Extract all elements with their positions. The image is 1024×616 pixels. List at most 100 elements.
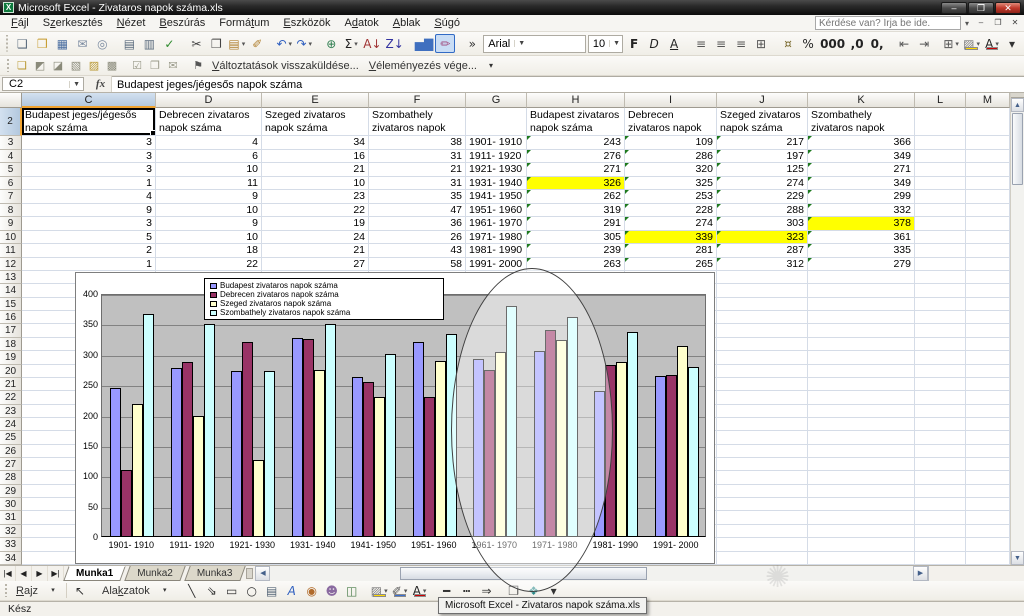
cell-M12[interactable]: [966, 258, 1010, 272]
cell-G11[interactable]: 1981- 1990: [466, 244, 527, 258]
cell-M26[interactable]: [966, 445, 1010, 458]
update-file-icon[interactable]: ☑: [128, 58, 146, 74]
cell-H7[interactable]: 262: [527, 190, 625, 204]
cell-E5[interactable]: 21: [262, 163, 369, 177]
cell-F11[interactable]: 43: [369, 244, 466, 258]
row-header-18[interactable]: 18: [0, 338, 22, 351]
row-header-23[interactable]: 23: [0, 405, 22, 418]
line-color-icon[interactable]: ✐▾: [390, 581, 410, 600]
cell-M13[interactable]: [966, 271, 1010, 284]
cell-J21[interactable]: [717, 378, 808, 391]
cell-K17[interactable]: [808, 324, 915, 337]
chevron-down-icon[interactable]: ▼: [69, 81, 83, 88]
review-overflow-chevron[interactable]: ▾: [482, 58, 500, 74]
menu-fajl[interactable]: Fájl: [4, 16, 36, 30]
cell-G9[interactable]: 1961- 1970: [466, 217, 527, 231]
cell-J20[interactable]: [717, 365, 808, 378]
cell-J26[interactable]: [717, 445, 808, 458]
scroll-down-icon[interactable]: ▼: [1011, 551, 1024, 565]
column-header-F[interactable]: F: [369, 93, 466, 108]
cell-L16[interactable]: [915, 311, 966, 324]
column-header-C[interactable]: C: [22, 93, 156, 108]
cell-E7[interactable]: 23: [262, 190, 369, 204]
menu-eszkozok[interactable]: Eszközök: [276, 16, 337, 30]
cell-K8[interactable]: 332: [808, 204, 915, 218]
undo-icon[interactable]: ↶▾: [274, 34, 294, 53]
cell-I8[interactable]: 228: [625, 204, 717, 218]
next-comment-icon[interactable]: ◪: [49, 58, 67, 74]
cell-F2[interactable]: Szombathely zivataros napok száma: [369, 108, 466, 136]
cell-I9[interactable]: 274: [625, 217, 717, 231]
font-color-icon[interactable]: A▾: [982, 34, 1002, 53]
cell-M17[interactable]: [966, 324, 1010, 337]
cell-M3[interactable]: [966, 136, 1010, 150]
cell-K11[interactable]: 335: [808, 244, 915, 258]
menu-formatum[interactable]: Formátum: [212, 16, 276, 30]
diagram-icon[interactable]: ◉: [302, 581, 322, 600]
cell-J28[interactable]: [717, 471, 808, 484]
row-header-28[interactable]: 28: [0, 471, 22, 484]
cell-F6[interactable]: 31: [369, 177, 466, 191]
workbook-minimize-button[interactable]: –: [973, 17, 989, 30]
cell-G4[interactable]: 1911- 1920: [466, 150, 527, 164]
cell-F5[interactable]: 21: [369, 163, 466, 177]
chevron-down-icon[interactable]: ▼: [609, 40, 620, 47]
redo-icon[interactable]: ↷▾: [294, 34, 314, 53]
cell-L18[interactable]: [915, 338, 966, 351]
cell-C7[interactable]: 4: [22, 190, 156, 204]
cell-G10[interactable]: 1971- 1980: [466, 231, 527, 245]
row-header-30[interactable]: 30: [0, 498, 22, 511]
cell-I6[interactable]: 325: [625, 177, 717, 191]
scroll-left-icon[interactable]: ◀: [255, 566, 270, 581]
copy-icon[interactable]: ❐: [206, 34, 226, 53]
sort-ascending-icon[interactable]: A↓: [361, 34, 383, 53]
cell-J6[interactable]: 274: [717, 177, 808, 191]
paste-icon[interactable]: ▤▾: [226, 34, 247, 53]
row-header-22[interactable]: 22: [0, 391, 22, 404]
cell-C6[interactable]: 1: [22, 177, 156, 191]
previous-comment-icon[interactable]: ◩: [31, 58, 49, 74]
cell-G6[interactable]: 1931- 1940: [466, 177, 527, 191]
name-box[interactable]: C2 ▼: [2, 77, 84, 91]
hyperlink-icon[interactable]: ⊕: [321, 34, 341, 53]
menu-szerkesztes[interactable]: Szerkesztés: [36, 16, 110, 30]
cell-K3[interactable]: 366: [808, 136, 915, 150]
menu-sugo[interactable]: Súgó: [427, 16, 467, 30]
row-header-16[interactable]: 16: [0, 311, 22, 324]
cell-G8[interactable]: 1951- 1960: [466, 204, 527, 218]
cell-H11[interactable]: 239: [527, 244, 625, 258]
cell-J34[interactable]: [717, 552, 808, 565]
underline-button[interactable]: A: [664, 34, 684, 53]
column-header-E[interactable]: E: [262, 93, 369, 108]
horizontal-scroll-thumb[interactable]: [400, 567, 647, 580]
scroll-up-icon[interactable]: ▲: [1011, 98, 1024, 112]
search-icon[interactable]: ◎: [92, 34, 112, 53]
row-header-21[interactable]: 21: [0, 378, 22, 391]
insert-picture-icon[interactable]: ◫: [342, 581, 362, 600]
cell-L19[interactable]: [915, 351, 966, 364]
cell-K18[interactable]: [808, 338, 915, 351]
cell-L5[interactable]: [915, 163, 966, 177]
cell-J25[interactable]: [717, 431, 808, 444]
row-header-9[interactable]: 9: [0, 217, 22, 231]
cell-M2[interactable]: [966, 108, 1010, 136]
cell-E9[interactable]: 19: [262, 217, 369, 231]
cell-K7[interactable]: 299: [808, 190, 915, 204]
sort-descending-icon[interactable]: Z↓: [384, 34, 406, 53]
row-header-34[interactable]: 34: [0, 552, 22, 565]
column-header-D[interactable]: D: [156, 93, 262, 108]
cell-E10[interactable]: 24: [262, 231, 369, 245]
cell-J30[interactable]: [717, 498, 808, 511]
cell-L34[interactable]: [915, 552, 966, 565]
cell-J10[interactable]: 323: [717, 231, 808, 245]
borders-icon[interactable]: ⊞▾: [941, 34, 961, 53]
delete-comment-icon[interactable]: ▩: [103, 58, 121, 74]
row-header-32[interactable]: 32: [0, 525, 22, 538]
row-header-19[interactable]: 19: [0, 351, 22, 364]
cell-K21[interactable]: [808, 378, 915, 391]
cell-J19[interactable]: [717, 351, 808, 364]
cell-L12[interactable]: [915, 258, 966, 272]
menu-ablak[interactable]: Ablak: [386, 16, 428, 30]
workbook-restore-button[interactable]: ❐: [990, 17, 1006, 30]
restore-button[interactable]: ❐: [968, 2, 994, 14]
